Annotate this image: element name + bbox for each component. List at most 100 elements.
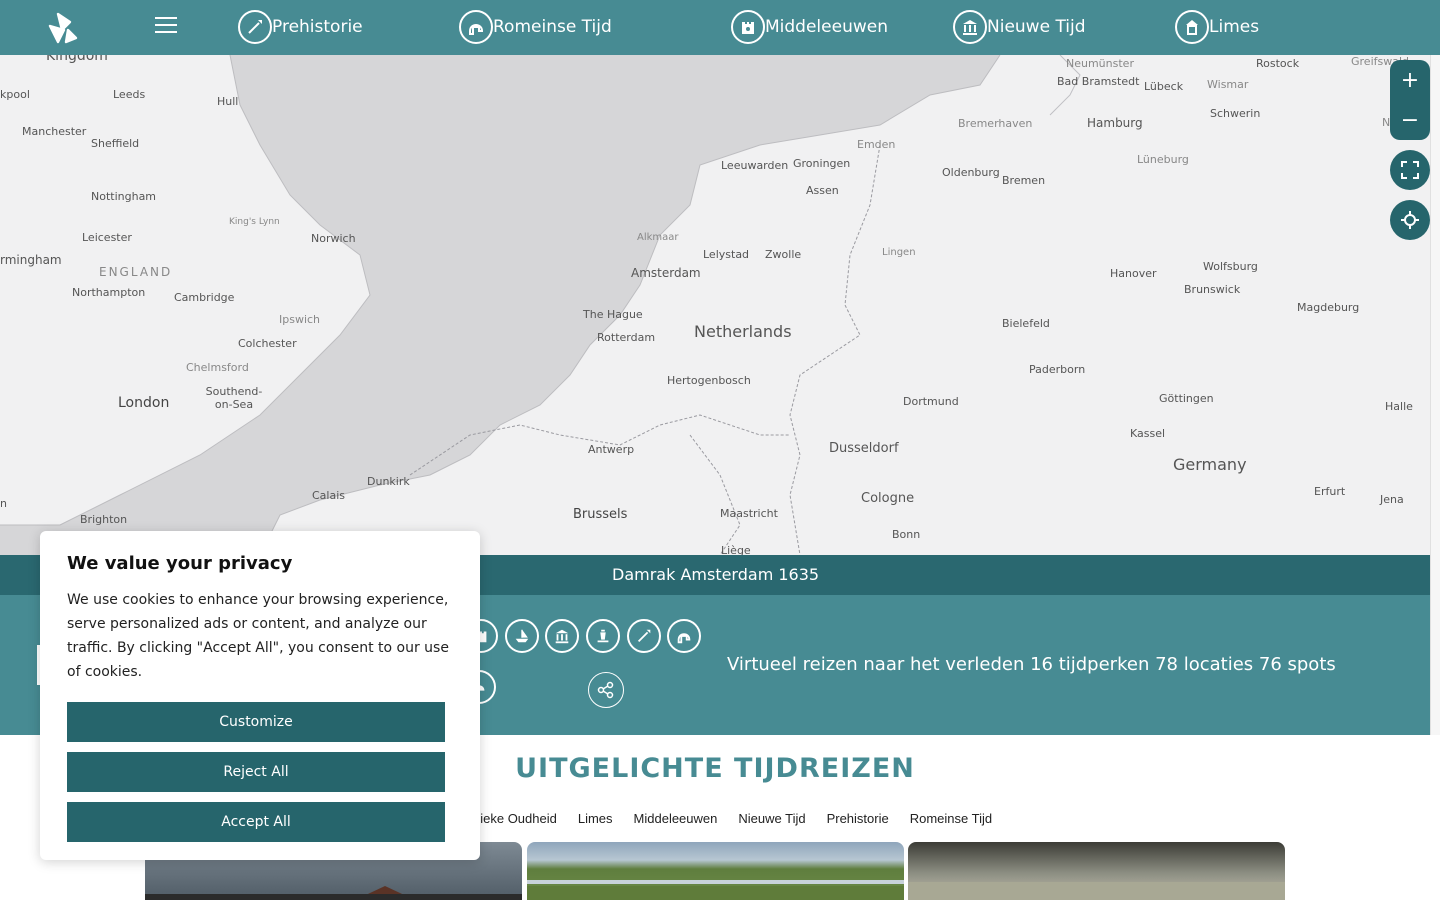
map-label: Leicester: [82, 231, 132, 244]
cookie-consent-dialog: We value your privacy We use cookies to …: [40, 531, 480, 860]
roman-helmet-icon: [459, 10, 493, 44]
map-label: Oldenburg: [942, 166, 1000, 179]
map-label: Schwerin: [1210, 107, 1261, 120]
map-label: Groningen: [793, 157, 851, 170]
filter-middeleeuwen[interactable]: Middeleeuwen: [634, 811, 718, 826]
map-label: Jena: [1380, 493, 1404, 506]
location-title: Damrak Amsterdam 1635: [612, 565, 820, 584]
period-spear-icon[interactable]: [627, 619, 661, 653]
map-label: Magdeburg: [1297, 301, 1360, 314]
map-label: Wismar: [1207, 78, 1249, 91]
map-label: Manchester: [22, 125, 87, 138]
map-label: Dortmund: [903, 395, 959, 408]
featured-card[interactable]: [908, 842, 1285, 900]
map-label: rmingham: [0, 253, 62, 267]
map-label: Cambridge: [174, 291, 235, 304]
page-scrollbar[interactable]: [1430, 55, 1440, 735]
map-label: Leeds: [113, 88, 146, 101]
map-label: Emden: [857, 138, 896, 151]
map-label: Bonn: [892, 528, 921, 541]
map-label: Hamburg: [1087, 116, 1143, 130]
map-label: ENGLAND: [99, 265, 173, 279]
map-label: Bremerhaven: [958, 117, 1033, 130]
watchtower-icon: [1175, 10, 1209, 44]
map-label: Chelmsford: [186, 361, 249, 374]
map-label: The Hague: [583, 308, 643, 321]
map-label: Amsterdam: [631, 266, 701, 280]
map-label: Bad Bramstedt: [1057, 75, 1140, 88]
cookie-title: We value your privacy: [67, 553, 293, 574]
zoom-out-button[interactable]: −: [1390, 100, 1430, 140]
map-label: Brighton: [80, 513, 128, 526]
map-label: Rostock: [1256, 57, 1300, 70]
filter-prehistorie[interactable]: Prehistorie: [827, 811, 889, 826]
map-label: Ipswich: [279, 313, 321, 326]
nav-prehistorie[interactable]: Prehistorie: [238, 10, 363, 44]
map-label: kpool: [0, 88, 30, 101]
map-label: Alkmaar: [637, 232, 679, 243]
map-label: Brunswick: [1184, 283, 1241, 296]
nav-label: Romeinse Tijd: [493, 17, 612, 37]
nav-nieuwe-tijd[interactable]: Nieuwe Tijd: [953, 10, 1086, 44]
map-label: Germany: [1173, 455, 1247, 474]
map-label: Hanover: [1110, 267, 1157, 280]
map-label: Zwolle: [765, 248, 802, 261]
map-label: Göttingen: [1159, 392, 1214, 405]
map-label: London: [118, 395, 170, 411]
nav-label: Limes: [1209, 17, 1260, 37]
card-image: [908, 882, 1285, 900]
cookie-text: We use cookies to enhance your browsing …: [67, 592, 449, 680]
period-museum-icon[interactable]: [545, 619, 579, 653]
map-label: Calais: [312, 489, 346, 502]
zoom-in-button[interactable]: +: [1390, 60, 1430, 100]
featured-card[interactable]: [527, 842, 904, 900]
nav-middeleeuwen[interactable]: Middeleeuwen: [731, 10, 888, 44]
map-label: Paderborn: [1029, 363, 1086, 376]
map-label: Rotterdam: [597, 331, 656, 344]
nav-romeinse-tijd[interactable]: Romeinse Tijd: [459, 10, 612, 44]
locate-button[interactable]: [1390, 200, 1430, 240]
map-label: Dusseldorf: [829, 441, 899, 456]
fullscreen-button[interactable]: [1390, 150, 1430, 190]
map-label: Maastricht: [720, 507, 778, 520]
map-label: Halle: [1385, 400, 1413, 413]
filter-romeinse-tijd[interactable]: Romeinse Tijd: [910, 811, 992, 826]
map-label: King's Lynn: [229, 217, 280, 227]
map-label: Lüneburg: [1137, 153, 1189, 166]
reject-all-button[interactable]: Reject All: [67, 752, 445, 792]
map-label: Colchester: [238, 337, 297, 350]
share-button[interactable]: [588, 672, 624, 708]
filter-nieuwe-tijd[interactable]: Nieuwe Tijd: [738, 811, 805, 826]
nav-limes[interactable]: Limes: [1175, 10, 1259, 44]
period-monument-icon[interactable]: [586, 619, 620, 653]
map-label: Lübeck: [1144, 80, 1184, 93]
map-label: Northampton: [72, 286, 146, 299]
menu-hamburger-icon[interactable]: [155, 17, 177, 37]
site-logo[interactable]: [40, 8, 80, 48]
map-label: Hertogenbosch: [667, 374, 751, 387]
top-navigation: Prehistorie Romeinse Tijd Middeleeuwen N…: [0, 0, 1440, 55]
map-label: n: [0, 497, 7, 510]
map-label: Leeuwarden: [721, 159, 789, 172]
category-filters: assieke Oudheid Limes Middeleeuwen Nieuw…: [460, 811, 992, 826]
site-tagline: Virtueel reizen naar het verleden 16 tij…: [727, 654, 1336, 675]
map-label: Kingdom: [46, 55, 108, 64]
map-label: Lelystad: [703, 248, 750, 261]
customize-button[interactable]: Customize: [67, 702, 445, 742]
nav-label: Middeleeuwen: [765, 17, 888, 37]
map-base-layer: [0, 55, 1081, 555]
map-label: Dunkirk: [367, 475, 410, 488]
accept-all-button[interactable]: Accept All: [67, 802, 445, 842]
map-label: Cologne: [861, 491, 915, 506]
map-view[interactable]: Kingdom Leeds Hull kpool Manchester Shef…: [0, 55, 1430, 555]
nav-label: Prehistorie: [272, 17, 363, 37]
filter-limes[interactable]: Limes: [578, 811, 613, 826]
museum-icon: [953, 10, 987, 44]
map-label: Lingen: [882, 247, 916, 258]
period-ship-icon[interactable]: [505, 619, 539, 653]
period-helmet-icon[interactable]: [667, 619, 701, 653]
castle-icon: [731, 10, 765, 44]
spear-icon: [238, 10, 272, 44]
map-label: Bremen: [1002, 174, 1046, 187]
card-image: [527, 880, 904, 900]
